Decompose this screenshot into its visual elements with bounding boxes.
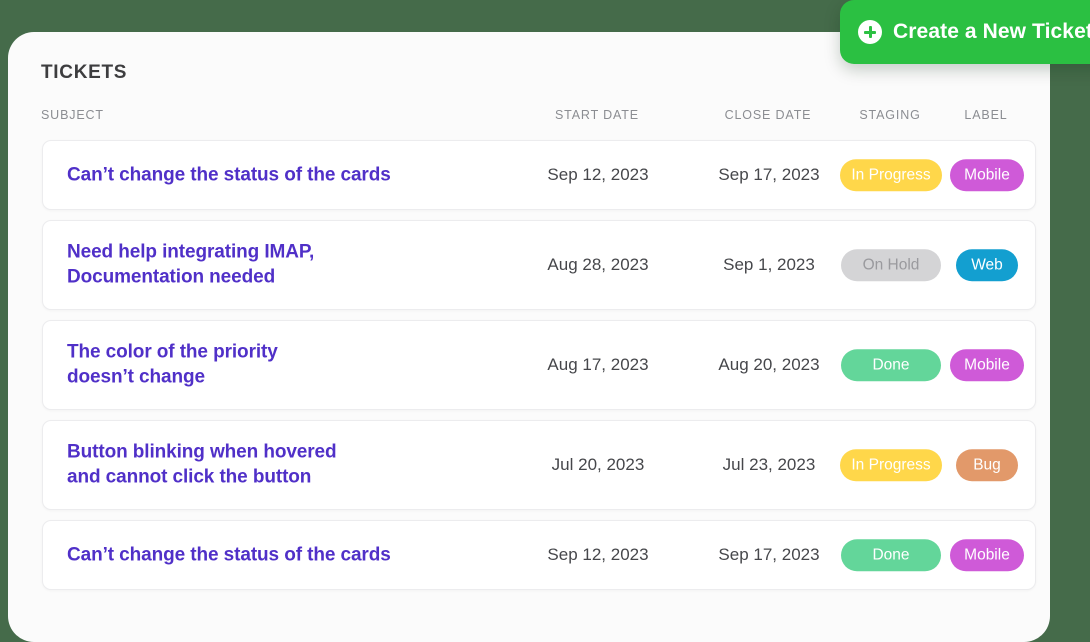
page-title: TICKETS [41, 62, 128, 83]
staging-cell: Done [840, 539, 942, 571]
ticket-subject[interactable]: Can’t change the status of the cards [67, 162, 391, 187]
status-badge[interactable]: In Progress [840, 449, 942, 481]
column-header-start-date: START DATE [555, 108, 639, 122]
staging-cell: In Progress [840, 449, 942, 481]
column-header-staging: STAGING [859, 108, 921, 122]
table-row[interactable]: Need help integrating IMAP, Documentatio… [42, 220, 1036, 310]
staging-cell: Done [840, 349, 942, 381]
ticket-start-date: Aug 28, 2023 [547, 255, 649, 274]
status-badge[interactable]: On Hold [841, 249, 941, 281]
label-badge[interactable]: Mobile [950, 539, 1024, 571]
tickets-panel: TICKETS SUBJECT START DATE CLOSE DATE ST… [8, 32, 1050, 642]
ticket-close-date: Sep 17, 2023 [718, 545, 820, 564]
column-header-close-date: CLOSE DATE [724, 108, 812, 122]
label-badge[interactable]: Mobile [950, 349, 1024, 381]
status-badge[interactable]: Done [841, 539, 941, 571]
table-row[interactable]: The color of the priority doesn’t change… [42, 320, 1036, 410]
ticket-subject[interactable]: Button blinking when hovered and cannot … [67, 440, 337, 491]
table-row[interactable]: Can’t change the status of the cards Sep … [42, 140, 1036, 210]
label-cell: Bug [942, 449, 1032, 481]
column-header-subject: SUBJECT [41, 108, 104, 122]
column-header-label: LABEL [964, 108, 1008, 122]
staging-cell: In Progress [840, 159, 942, 191]
create-new-ticket-button[interactable]: Create a New Ticket [840, 0, 1090, 64]
status-badge[interactable]: Done [841, 349, 941, 381]
ticket-close-date: Jul 23, 2023 [722, 455, 816, 474]
label-badge[interactable]: Bug [956, 449, 1018, 481]
label-cell: Web [942, 249, 1032, 281]
label-badge[interactable]: Web [956, 249, 1018, 281]
ticket-subject[interactable]: The color of the priority doesn’t change [67, 340, 278, 391]
table-row[interactable]: Can’t change the status of the cards Sep … [42, 520, 1036, 590]
ticket-start-date: Sep 12, 2023 [547, 545, 649, 564]
label-cell: Mobile [942, 159, 1032, 191]
label-badge[interactable]: Mobile [950, 159, 1024, 191]
ticket-close-date: Sep 1, 2023 [723, 255, 815, 274]
ticket-start-date: Jul 20, 2023 [551, 455, 645, 474]
plus-circle-icon [858, 20, 882, 44]
table-row[interactable]: Button blinking when hovered and cannot … [42, 420, 1036, 510]
ticket-start-date: Aug 17, 2023 [547, 355, 649, 374]
ticket-subject[interactable]: Need help integrating IMAP, Documentatio… [67, 240, 314, 291]
table-column-headers: SUBJECT START DATE CLOSE DATE STAGING LA… [8, 108, 1050, 134]
status-badge[interactable]: In Progress [840, 159, 942, 191]
ticket-start-date: Sep 12, 2023 [547, 165, 649, 184]
label-cell: Mobile [942, 539, 1032, 571]
label-cell: Mobile [942, 349, 1032, 381]
ticket-close-date: Sep 17, 2023 [718, 165, 820, 184]
staging-cell: On Hold [840, 249, 942, 281]
ticket-subject[interactable]: Can’t change the status of the cards [67, 542, 391, 567]
tickets-list: Can’t change the status of the cards Sep … [8, 140, 1050, 600]
create-new-ticket-label: Create a New Ticket [893, 20, 1090, 43]
ticket-close-date: Aug 20, 2023 [718, 355, 820, 374]
